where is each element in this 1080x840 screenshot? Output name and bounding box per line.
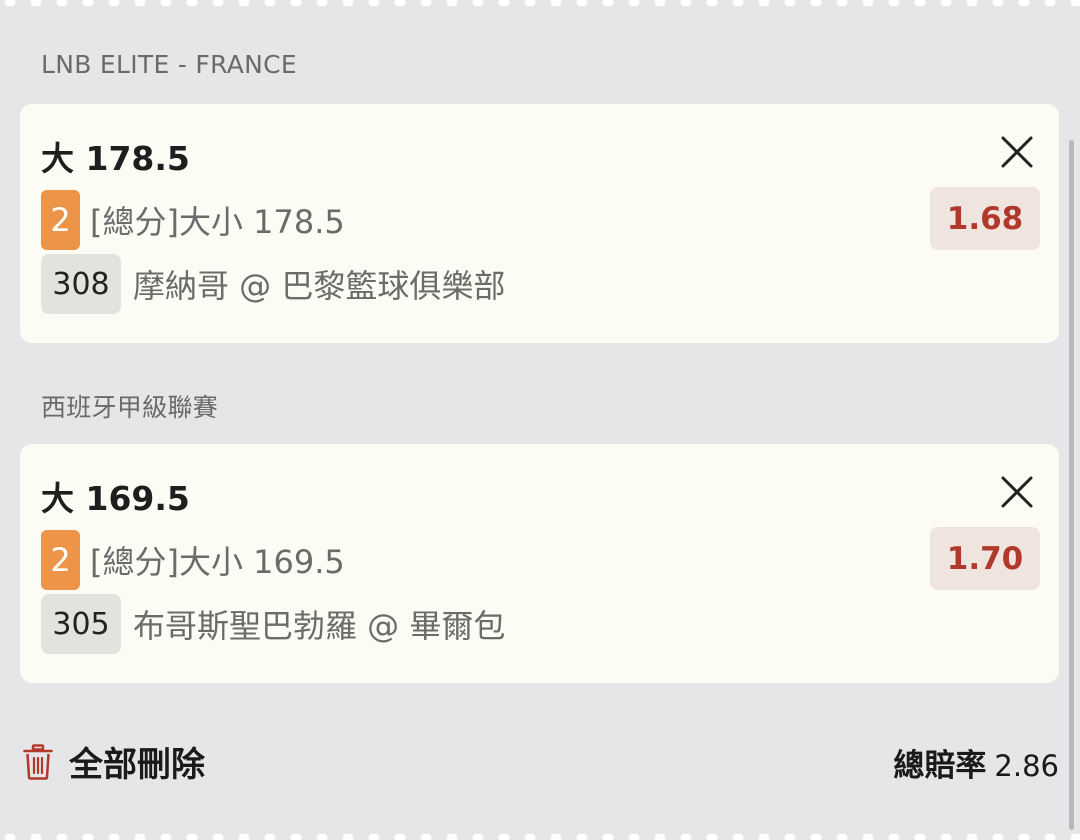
remove-bet-button[interactable] [997, 132, 1037, 172]
market-row: 2 [總分]大小 178.5 [41, 190, 345, 250]
close-icon [1001, 476, 1033, 508]
market-period-badge: 2 [41, 190, 80, 250]
delete-all-label: 全部刪除 [69, 745, 205, 785]
match-teams: 布哥斯聖巴勃羅 @ 畢爾包 [133, 607, 506, 645]
odds-value[interactable]: 1.68 [930, 187, 1040, 250]
league-name: 西班牙甲級聯賽 [41, 393, 219, 422]
league-name: LNB ELITE - FRANCE [41, 50, 297, 79]
match-row: 305 布哥斯聖巴勃羅 @ 畢爾包 [41, 594, 505, 654]
market-row: 2 [總分]大小 169.5 [41, 530, 345, 590]
bet-card: 大 169.5 2 [總分]大小 169.5 1.70 305 布哥斯聖巴勃羅 … [20, 444, 1059, 683]
ticket-perforation-bottom [0, 834, 1080, 840]
match-number-badge: 308 [41, 254, 121, 314]
scrollbar[interactable] [1069, 140, 1074, 830]
total-odds-value: 2.86 [994, 749, 1059, 783]
market-period-badge: 2 [41, 530, 80, 590]
delete-all-button[interactable]: 全部刪除 [23, 737, 205, 786]
remove-bet-button[interactable] [997, 472, 1037, 512]
trash-icon [23, 743, 53, 780]
bet-selection-title: 大 178.5 [41, 139, 190, 178]
market-description: [總分]大小 178.5 [90, 203, 345, 241]
bet-card: 大 178.5 2 [總分]大小 178.5 1.68 308 摩納哥 @ 巴黎… [20, 104, 1059, 343]
total-odds: 總賠率 2.86 [893, 740, 1059, 785]
ticket-perforation-top [0, 0, 1080, 6]
bet-selection-title: 大 169.5 [41, 479, 190, 518]
match-row: 308 摩納哥 @ 巴黎籃球俱樂部 [41, 254, 505, 314]
match-number-badge: 305 [41, 594, 121, 654]
bet-slip: LNB ELITE - FRANCE 大 178.5 2 [總分]大小 178.… [0, 0, 1080, 840]
match-teams: 摩納哥 @ 巴黎籃球俱樂部 [133, 267, 506, 305]
total-odds-label: 總賠率 [893, 748, 987, 784]
odds-value[interactable]: 1.70 [930, 527, 1040, 590]
market-description: [總分]大小 169.5 [90, 543, 345, 581]
close-icon [1001, 136, 1033, 168]
